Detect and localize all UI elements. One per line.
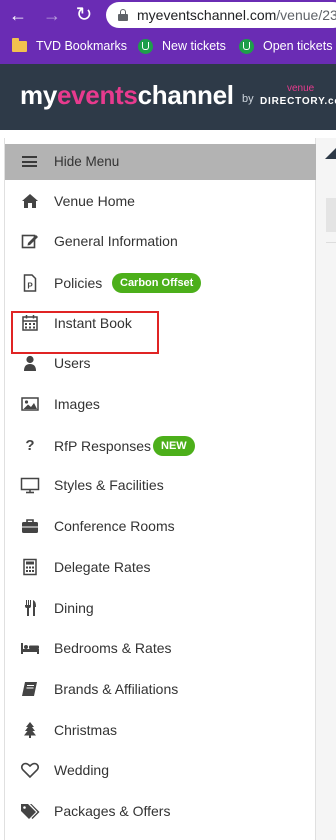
sidebar-item-rfp-responses[interactable]: ? RfP Responses NEW <box>5 426 316 466</box>
sidebar-item-label: Users <box>54 355 91 371</box>
heart-icon <box>20 761 40 779</box>
sidebar-item-label: Bedrooms & Rates <box>54 640 172 656</box>
question-icon: ? <box>25 437 35 454</box>
sidebar-item-label: Christmas <box>54 722 118 738</box>
svg-text:P: P <box>27 282 33 291</box>
main-content-edge <box>316 138 336 840</box>
tags-icon <box>20 802 40 820</box>
address-bar[interactable]: myeventschannel.com/venue/23 <box>106 2 336 28</box>
sidebar-item-label: Conference Rooms <box>54 518 175 534</box>
calculator-icon <box>20 558 40 576</box>
url-text[interactable]: myeventschannel.com/venue/23 <box>137 7 336 23</box>
address-row: ← → ↻ myeventschannel.com/venue/23 <box>0 0 336 30</box>
sidebar-item-label: Policies <box>54 275 103 291</box>
bookmark-open-tickets[interactable]: Open tickets <box>239 37 332 55</box>
hide-menu-label: Hide Menu <box>54 154 120 169</box>
bookmark-label: TVD Bookmarks <box>36 39 127 53</box>
logo-text-channel: channel <box>137 80 234 110</box>
home-icon <box>20 192 40 210</box>
sidebar-item-images[interactable]: Images <box>5 384 316 424</box>
sidebar-item-label: RfP Responses <box>54 438 152 454</box>
sidebar-item-label: Delegate Rates <box>54 559 151 575</box>
sidebar-item-label: Images <box>54 396 100 412</box>
bookmark-label: New tickets <box>162 39 226 53</box>
collapse-arrow-icon[interactable] <box>325 148 336 159</box>
logo-directory: DIRECTORY.com <box>260 96 336 107</box>
ticket-site-icon <box>239 38 254 54</box>
site-logo[interactable]: myeventschannel <box>20 80 234 111</box>
hide-menu-button[interactable]: Hide Menu <box>5 144 316 180</box>
site-header: myeventschannel by venue DIRECTORY.com <box>0 64 336 130</box>
sidebar-item-label: Venue Home <box>54 193 135 209</box>
sidebar-item-christmas[interactable]: Christmas <box>5 710 316 750</box>
header-gap <box>0 130 336 138</box>
sidebar-item-bedrooms-rates[interactable]: Bedrooms & Rates <box>5 628 316 668</box>
user-icon <box>20 354 40 372</box>
browser-chrome: ← → ↻ myeventschannel.com/venue/23 TVD B… <box>0 0 336 64</box>
sidebar-item-label: Dining <box>54 600 94 616</box>
sidebar-item-label: General Information <box>54 233 178 249</box>
book-icon <box>20 680 40 698</box>
bookmark-label: Open tickets <box>263 39 333 53</box>
sidebar-item-brands-affiliations[interactable]: Brands & Affiliations <box>5 669 316 709</box>
bookmark-tvd-bookmarks[interactable]: TVD Bookmarks <box>12 37 127 55</box>
url-path: /venue/23 <box>276 7 336 23</box>
bookmarks-bar: TVD Bookmarks New tickets Open tickets <box>0 32 336 60</box>
sidebar-item-label: Styles & Facilities <box>54 477 164 493</box>
sidebar-item-general-information[interactable]: General Information <box>5 221 316 261</box>
new-badge: NEW <box>153 436 195 456</box>
monitor-icon <box>20 476 40 494</box>
forward-arrow-icon[interactable]: → <box>42 5 62 25</box>
sidebar-item-delegate-rates[interactable]: Delegate Rates <box>5 547 316 587</box>
logo-venue: venue <box>287 83 315 94</box>
content-divider <box>326 242 336 243</box>
sidebar-item-policies[interactable]: P Policies Carbon Offset <box>5 263 316 303</box>
annotation-highlight-box <box>11 311 159 354</box>
logo-text-events: events <box>56 80 138 110</box>
content-panel-bar <box>326 198 336 232</box>
back-arrow-icon[interactable]: ← <box>8 5 28 25</box>
sidebar-item-label: Packages & Offers <box>54 803 171 819</box>
sidebar-item-label: Wedding <box>54 762 110 778</box>
lock-icon <box>118 9 128 21</box>
sidebar-item-packages-offers[interactable]: Packages & Offers <box>5 791 316 831</box>
edit-icon <box>20 232 40 250</box>
sidebar-item-dining[interactable]: Dining <box>5 588 316 628</box>
sidebar-menu: Hide Menu Venue Home General Information… <box>4 138 316 840</box>
sidebar-item-wedding[interactable]: Wedding <box>5 750 316 790</box>
sidebar-item-styles-facilities[interactable]: Styles & Facilities <box>5 465 316 505</box>
bookmark-new-tickets[interactable]: New tickets <box>138 37 226 55</box>
cutlery-icon <box>20 599 40 617</box>
logo-by: by <box>242 93 254 105</box>
tree-icon <box>20 721 40 739</box>
sidebar-item-label: Brands & Affiliations <box>54 681 179 697</box>
sidebar-item-venue-home[interactable]: Venue Home <box>5 181 316 221</box>
sidebar-item-conference-rooms[interactable]: Conference Rooms <box>5 506 316 546</box>
url-host: myeventschannel.com <box>137 7 277 23</box>
folder-icon <box>12 37 27 52</box>
briefcase-icon <box>20 517 40 535</box>
image-icon <box>20 395 40 413</box>
bed-icon <box>20 639 40 657</box>
ticket-site-icon <box>138 38 153 54</box>
hamburger-icon <box>22 156 37 167</box>
policy-document-icon: P <box>20 274 40 292</box>
logo-text-my: my <box>20 80 57 110</box>
carbon-offset-badge: Carbon Offset <box>112 273 202 293</box>
reload-icon[interactable]: ↻ <box>74 5 94 25</box>
